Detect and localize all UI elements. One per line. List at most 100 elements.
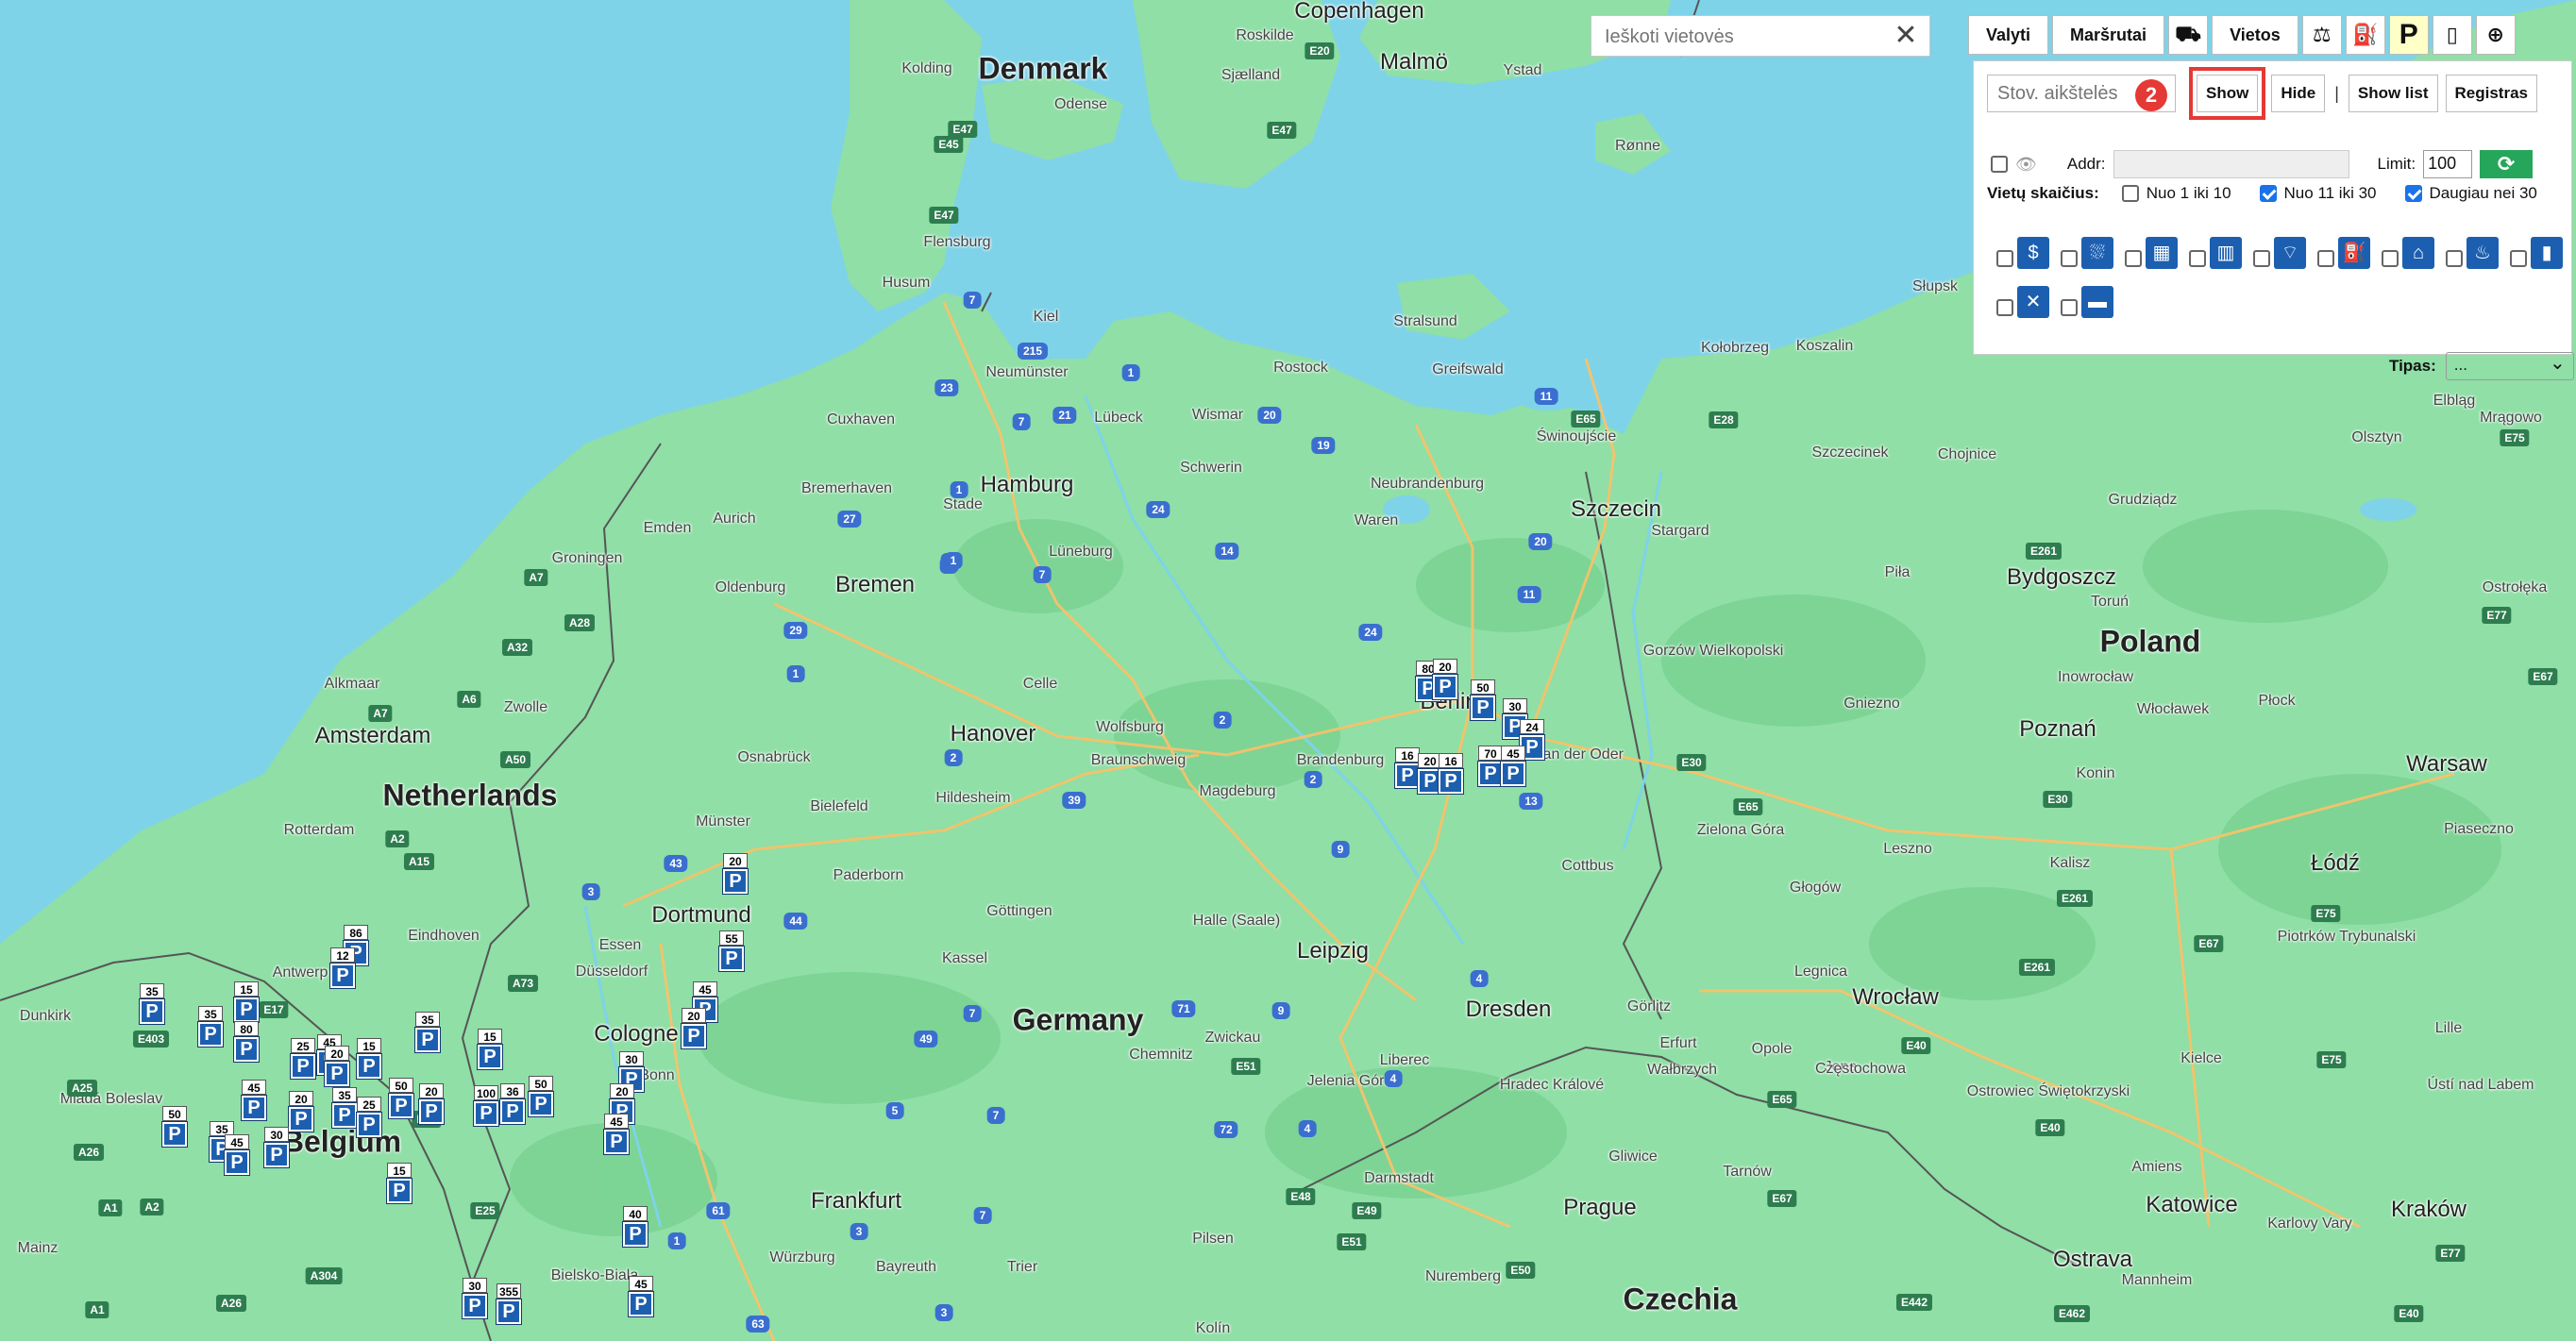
count-option-checkbox[interactable] xyxy=(2121,185,2139,202)
toll-icon[interactable]: ▯ xyxy=(2432,15,2472,55)
parking-icon[interactable]: P xyxy=(2388,15,2429,55)
parking-marker[interactable]: 20 P xyxy=(325,1046,349,1089)
parking-marker[interactable]: 45P xyxy=(604,1114,629,1157)
clear-button[interactable]: Valyti xyxy=(1968,15,2049,55)
city-label: Wrocław xyxy=(1852,984,1939,1010)
road-shield: 4 xyxy=(1384,1070,1403,1087)
repair-icon: ✕ xyxy=(2017,286,2049,318)
parking-marker[interactable]: 45P xyxy=(242,1080,266,1123)
parking-marker[interactable]: 16 P xyxy=(1395,747,1420,791)
count-option-checkbox[interactable] xyxy=(2404,185,2422,202)
parking-marker[interactable]: 20 P xyxy=(289,1091,313,1134)
globe-icon[interactable]: ⊕ xyxy=(2475,15,2516,55)
parking-marker[interactable]: 50 P xyxy=(529,1076,553,1119)
refresh-icon[interactable]: ⟳ xyxy=(2480,150,2534,178)
parking-marker[interactable]: 16 P xyxy=(1439,753,1463,796)
parking-icon: P xyxy=(357,1113,381,1137)
parking-marker[interactable]: 20 P xyxy=(1433,659,1457,702)
town-label: Stade xyxy=(943,496,983,512)
places-button[interactable]: Vietos xyxy=(2212,15,2298,55)
amenity-checkbox[interactable] xyxy=(2253,250,2270,267)
amenity-checkbox[interactable] xyxy=(2382,250,2399,267)
town-label: Erfurt xyxy=(1659,1035,1697,1051)
parking-marker[interactable]: 25 P xyxy=(291,1038,315,1081)
type-select[interactable]: ... xyxy=(2445,351,2574,380)
limit-field[interactable]: 100 xyxy=(2423,150,2473,178)
parking-marker[interactable]: 35 P xyxy=(415,1012,440,1055)
parking-icon: P xyxy=(604,1130,629,1154)
scales-icon[interactable]: ⚖ xyxy=(2301,15,2342,55)
town-label: Lübeck xyxy=(1094,410,1143,426)
visibility-checkbox[interactable] xyxy=(1991,156,2008,173)
parking-marker[interactable]: 35 P xyxy=(332,1087,357,1131)
parking-marker[interactable]: 15 P xyxy=(234,981,259,1025)
parking-marker[interactable]: 70 P xyxy=(1478,746,1503,789)
location-search-input[interactable] xyxy=(1603,24,1880,50)
parking-marker[interactable]: 20 P xyxy=(682,1008,706,1051)
parking-marker[interactable]: 45P xyxy=(225,1134,249,1178)
parking-icon: P xyxy=(719,947,744,971)
amenity-checkbox[interactable] xyxy=(1996,250,2013,267)
count-option-checkbox[interactable] xyxy=(2259,185,2277,202)
parking-marker[interactable]: 35 P xyxy=(140,983,164,1027)
location-search[interactable]: ✕ xyxy=(1591,15,1930,57)
routes-button[interactable]: Maršrutai xyxy=(2052,15,2165,55)
hide-button[interactable]: Hide xyxy=(2271,75,2326,112)
parking-icon: P xyxy=(1433,675,1457,699)
fence-icon: ▦ xyxy=(2146,237,2178,269)
parking-marker[interactable]: 25 P xyxy=(357,1097,381,1140)
amenity-checkbox[interactable] xyxy=(1996,299,2013,316)
amenity-checkbox[interactable] xyxy=(2317,250,2334,267)
parking-marker[interactable]: 20 P xyxy=(419,1083,444,1127)
road-shield: E48 xyxy=(1286,1188,1316,1205)
parking-marker[interactable]: 30 P xyxy=(264,1127,289,1170)
parking-panel-actions: Show Hide | Show list Registras xyxy=(1987,67,2537,120)
parking-marker[interactable]: 55 P xyxy=(719,930,744,974)
parking-marker[interactable]: 35 P xyxy=(198,1006,223,1049)
road-shield: E51 xyxy=(1337,1233,1367,1250)
parking-marker[interactable]: 50 P xyxy=(389,1078,413,1121)
parking-capacity-label: 355 xyxy=(497,1283,521,1299)
parking-marker[interactable]: 45P xyxy=(1501,746,1525,789)
road-shield: 14 xyxy=(1215,543,1239,560)
parking-marker[interactable]: 80 P xyxy=(234,1021,259,1064)
addr-field[interactable] xyxy=(2113,150,2349,178)
parking-marker[interactable]: 40 P xyxy=(623,1206,648,1249)
show-button[interactable]: Show xyxy=(2188,67,2266,120)
eye-icon[interactable]: 👁 xyxy=(2015,155,2037,175)
parking-marker[interactable]: 50 P xyxy=(1471,679,1495,723)
town-label: Piła xyxy=(1884,564,1911,580)
close-icon[interactable]: ✕ xyxy=(1892,22,1920,50)
parking-marker[interactable]: 15 P xyxy=(357,1038,381,1081)
fuel-icon[interactable]: ⛽ xyxy=(2345,15,2385,55)
parking-marker[interactable]: 36 P xyxy=(500,1083,525,1127)
parking-marker[interactable]: 45P xyxy=(629,1276,653,1319)
truck-icon[interactable]: ⛟ xyxy=(2168,15,2209,55)
city-label: Warsaw xyxy=(2406,751,2487,777)
amenity-checkbox[interactable] xyxy=(2061,299,2078,316)
town-label: Lüneburg xyxy=(1049,544,1113,560)
parking-icon: P xyxy=(478,1045,502,1069)
parking-marker[interactable]: 20 P xyxy=(723,853,748,897)
road-shield: E40 xyxy=(1901,1037,1931,1054)
parking-marker[interactable]: 355 P xyxy=(497,1283,521,1327)
amenity-checkbox[interactable] xyxy=(2061,250,2078,267)
parking-marker[interactable]: 15 P xyxy=(478,1029,502,1072)
road-shield: 71 xyxy=(1171,1000,1196,1017)
amenity-checkbox[interactable] xyxy=(2125,250,2142,267)
register-button[interactable]: Registras xyxy=(2445,75,2537,112)
amenity-checkbox[interactable] xyxy=(2189,250,2206,267)
town-label: Koszalin xyxy=(1795,338,1854,354)
amenity-checkbox[interactable] xyxy=(2446,250,2463,267)
accommodation-icon: ▮ xyxy=(2531,237,2563,269)
town-label: Ystad xyxy=(1503,62,1542,78)
town-label: Bonn xyxy=(639,1067,675,1083)
parking-marker[interactable]: 12 P xyxy=(330,947,355,991)
parking-marker[interactable]: 100 P xyxy=(474,1085,498,1129)
parking-marker[interactable]: 15 P xyxy=(387,1163,412,1206)
parking-marker[interactable]: 30 P xyxy=(463,1278,487,1321)
parking-capacity-label: 20 xyxy=(723,853,748,868)
show-list-button[interactable]: Show list xyxy=(2348,75,2438,112)
parking-marker[interactable]: 50 P xyxy=(162,1106,187,1149)
amenity-checkbox[interactable] xyxy=(2510,250,2527,267)
